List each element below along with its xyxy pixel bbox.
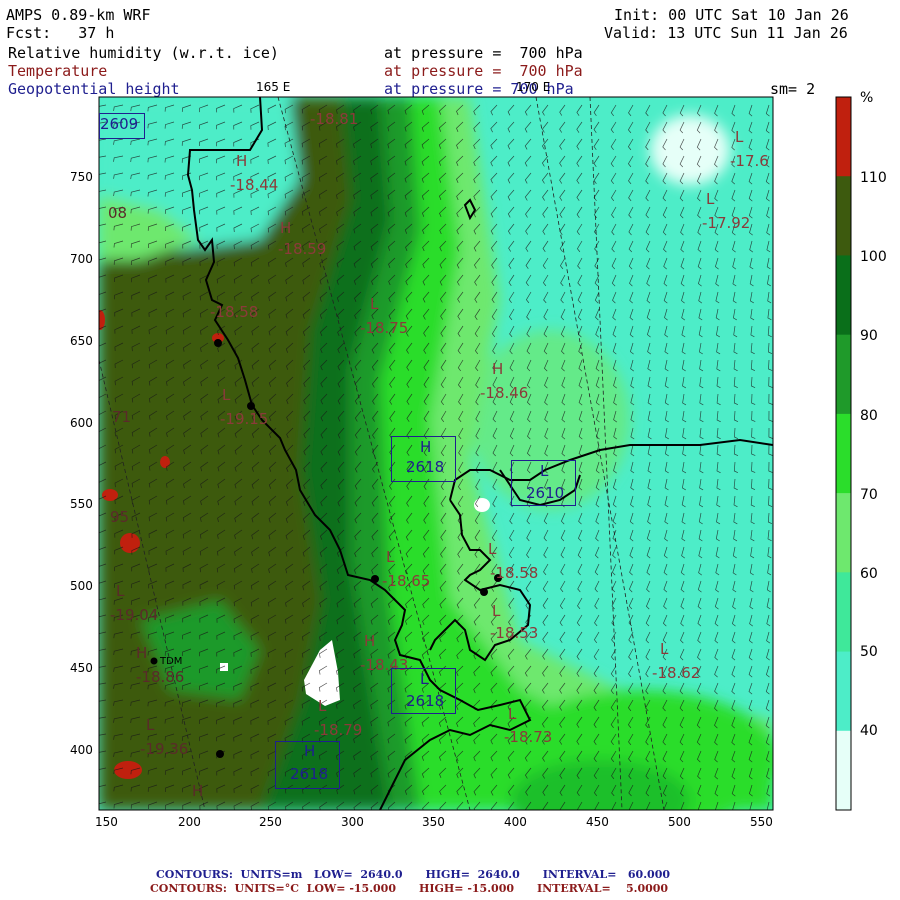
height-H-label: H — [304, 742, 316, 760]
temp-label: -19.36 — [140, 740, 189, 758]
colorbar-segment — [836, 176, 851, 256]
y-tick-500: 500 — [70, 579, 93, 593]
temp-label: -19.15 — [220, 410, 269, 428]
map-label-H: H — [364, 632, 376, 650]
colorbar-unit: % — [860, 90, 874, 106]
height-value: 2618 — [406, 458, 445, 476]
colorbar-label-40: 40 — [860, 723, 878, 739]
colorbar-segment — [836, 97, 851, 177]
temp-label: -18.75 — [360, 319, 409, 337]
colorbar-label-60: 60 — [860, 566, 878, 582]
colorbar-segment — [836, 334, 851, 415]
rh-number-label: 08 — [108, 204, 128, 222]
colorbar-label-80: 80 — [860, 408, 878, 424]
colorbar-label-70: 70 — [860, 487, 878, 503]
map-label-L: L — [508, 705, 517, 723]
map-label-H: H — [236, 152, 248, 170]
map-label-H: H — [192, 782, 204, 800]
height-L-label: L — [420, 670, 429, 688]
height-value: 2618 — [406, 692, 445, 710]
temp-label: -18.58 — [490, 564, 539, 582]
map-label-H: H — [280, 219, 292, 237]
temp-label: -19.04 — [110, 606, 159, 624]
map-label-H: H — [136, 644, 148, 662]
temp-label: -17.6 — [730, 152, 769, 170]
rh-number-label: 71 — [112, 408, 132, 426]
temp-label: -18.73 — [504, 728, 553, 746]
map-label-L: L — [492, 602, 501, 620]
map-label-L: L — [116, 582, 125, 600]
y-tick-650: 650 — [70, 334, 93, 348]
map-label-L: L — [735, 128, 744, 146]
x-tick-200: 200 — [178, 815, 201, 829]
colorbar-label-100: 100 — [860, 249, 887, 265]
x-tick-400: 400 — [504, 815, 527, 829]
x-tick-150: 150 — [95, 815, 118, 829]
temp-label: -18.65 — [382, 572, 431, 590]
temp-label: -18.81 — [310, 110, 359, 128]
colorbar-segment — [836, 730, 851, 811]
temp-label: -18.79 — [314, 721, 363, 739]
colorbar-label-110: 110 — [860, 170, 887, 186]
temp-label: -18.46 — [480, 384, 529, 402]
colorbar-segment — [836, 572, 851, 653]
height-value: 2610 — [526, 484, 565, 502]
map-label-L: L — [222, 386, 231, 404]
colorbar-label-90: 90 — [860, 328, 878, 344]
map-label-L: L — [146, 716, 155, 734]
x-tick-350: 350 — [422, 815, 445, 829]
temp-label: -17.92 — [702, 214, 751, 232]
colorbar-segment — [836, 493, 851, 573]
temp-label: -18.44 — [230, 176, 279, 194]
y-tick-700: 700 — [70, 252, 93, 266]
map-label-L: L — [660, 640, 669, 658]
map-label-L: L — [370, 295, 379, 313]
y-tick-400: 400 — [70, 743, 93, 757]
y-tick-450: 450 — [70, 661, 93, 675]
temp-label: -18.86 — [136, 668, 185, 686]
y-tick-550: 550 — [70, 497, 93, 511]
x-tick-550: 550 — [750, 815, 773, 829]
map-label-L: L — [706, 190, 715, 208]
x-tick-450: 450 — [586, 815, 609, 829]
temp-label: -18.59 — [278, 240, 327, 258]
height-contour-info: CONTOURS: UNITS=m LOW= 2640.0 HIGH= 2640… — [156, 868, 670, 881]
height-value: 2609 — [100, 115, 139, 133]
colorbar-segment — [836, 413, 851, 494]
station-label: TDM — [160, 656, 183, 667]
x-tick-250: 250 — [259, 815, 282, 829]
height-H-label: H — [420, 438, 432, 456]
temperature-contour-info: CONTOURS: UNITS=°C LOW= -15.000 HIGH= -1… — [150, 882, 669, 895]
y-tick-750: 750 — [70, 170, 93, 184]
colorbar-label-50: 50 — [860, 644, 878, 660]
temp-label: -18.62 — [652, 664, 701, 682]
temp-label: -18.53 — [490, 624, 539, 642]
colorbar-segment — [836, 255, 851, 336]
rh-number-label: 95 — [110, 508, 130, 526]
colorbar-segment — [836, 651, 851, 732]
map-label-H: H — [492, 360, 504, 378]
humidity-colorbar — [835, 96, 852, 811]
height-value: 2618 — [290, 765, 329, 783]
height-L-label: L — [540, 462, 549, 480]
map-label-L: L — [318, 697, 327, 715]
weather-map-page: AMPS 0.89-km WRF Fcst: 37 h Init: 00 UTC… — [0, 0, 900, 900]
x-tick-500: 500 — [668, 815, 691, 829]
temp-label: -18.58 — [210, 303, 259, 321]
map-label-L: L — [488, 540, 497, 558]
x-tick-300: 300 — [341, 815, 364, 829]
map-label-L: L — [386, 548, 395, 566]
y-tick-600: 600 — [70, 416, 93, 430]
